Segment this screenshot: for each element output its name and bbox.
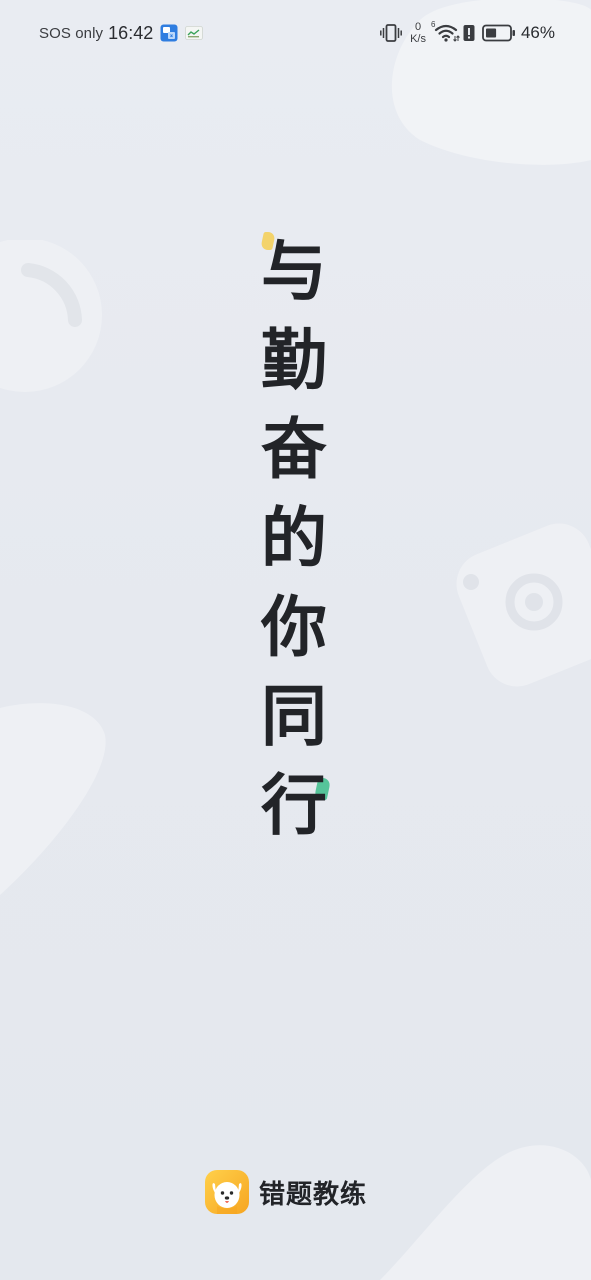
brand-name: 错题教练 xyxy=(259,1179,368,1210)
app-brand: 错题教练 xyxy=(205,1170,367,1214)
decorative-circle-left xyxy=(0,240,102,392)
status-bar-right: 0 K/s 6 46% xyxy=(380,18,555,48)
wifi-icon: 6 xyxy=(430,20,460,43)
slogan-char: 的 xyxy=(261,500,327,577)
alert-icon xyxy=(463,24,475,42)
slogan-char: 与 xyxy=(261,233,327,310)
network-speed-value: 0 xyxy=(414,21,422,33)
status-bar-left: SOS only 16:42 xyxy=(39,20,204,46)
decorative-shape-left-bottom xyxy=(0,703,106,895)
decorative-camera-shape-right xyxy=(456,523,591,687)
translate-app-icon xyxy=(160,24,178,42)
carrier-status-text: SOS only xyxy=(39,24,104,42)
slogan-char: 奋 xyxy=(261,411,327,488)
wifi-standard-badge: 6 xyxy=(430,20,436,29)
network-speed-unit: K/s xyxy=(410,33,426,45)
slogan-char: 你 xyxy=(261,589,327,666)
slogan-char: 同 xyxy=(261,678,327,755)
status-bar: SOS only 16:42 0 K/s 6 46% xyxy=(0,0,591,66)
battery-percentage: 46% xyxy=(520,23,555,42)
network-speed-indicator: 0 K/s xyxy=(410,21,426,45)
decorative-shape-bottom-right xyxy=(380,1145,591,1280)
vibrate-icon xyxy=(380,23,403,43)
slogan-char: 行 xyxy=(261,767,327,844)
slogan-char: 勤 xyxy=(261,322,327,399)
dog-mascot-icon xyxy=(205,1170,249,1214)
app-notification-icon xyxy=(185,26,204,40)
battery-icon xyxy=(482,24,516,42)
clock-time: 16:42 xyxy=(108,22,154,43)
